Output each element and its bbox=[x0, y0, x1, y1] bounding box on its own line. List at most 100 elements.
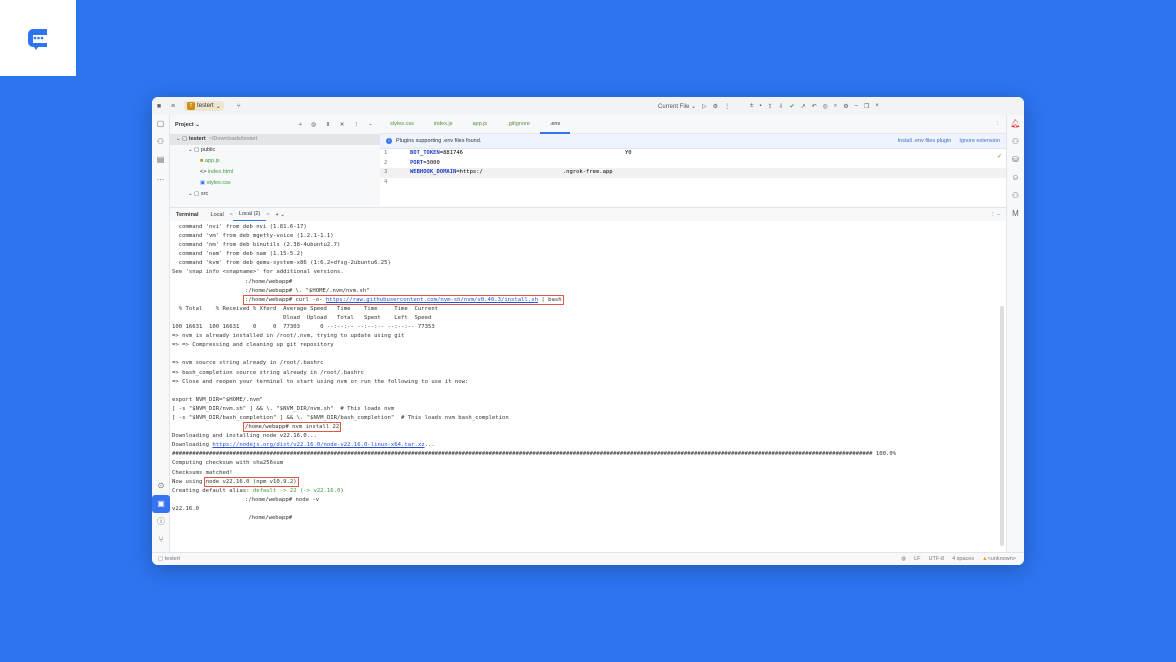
tree-item[interactable]: ⌄ ▢ testert ~/Downloads/testert bbox=[170, 134, 380, 145]
database-tool-icon[interactable]: ⛁ bbox=[1007, 151, 1024, 169]
ai-icon[interactable]: ◎ bbox=[823, 103, 828, 110]
plugins-icon[interactable]: ⚇ bbox=[152, 133, 169, 151]
terminal-link[interactable]: https://nodejs.org/dist/v22.16.0/node-v2… bbox=[212, 442, 424, 448]
terminal-line: Computing checksum with sha256sum bbox=[172, 459, 1006, 468]
problems-icon[interactable]: ⓘ bbox=[152, 513, 170, 531]
database-icon[interactable]: ▪ bbox=[759, 103, 761, 109]
main-menu-icon[interactable]: ≡ bbox=[166, 103, 180, 110]
terminal-text: => bash_completion source string already… bbox=[172, 369, 364, 376]
terminal-tab[interactable]: Local bbox=[205, 212, 230, 218]
terminal-line: command 'vm' from deb mgetty-voice (1.2.… bbox=[172, 232, 1006, 241]
settings-icon[interactable]: ⚙ bbox=[843, 103, 848, 110]
editor-tab[interactable]: styles.css bbox=[380, 115, 424, 134]
editor-tabs: styles.css index.js app.js .gitignore .env ⋮ bbox=[380, 115, 1006, 134]
tree-item[interactable]: <> index.html bbox=[170, 167, 380, 178]
terminal-line: [ -s "$NVM_DIR/nvm.sh" ] && \. "$NVM_DIR… bbox=[172, 405, 1006, 414]
restore-button[interactable]: ❐ bbox=[864, 103, 869, 110]
info-icon: i bbox=[386, 138, 392, 144]
project-name: testert bbox=[197, 103, 214, 109]
terminal-text: => nvm is already installed in /root/.nv… bbox=[172, 333, 405, 340]
plugins-tool-icon[interactable]: ⚇ bbox=[1007, 187, 1024, 205]
project-badge: T bbox=[187, 102, 195, 110]
download-icon[interactable]: ⇩ bbox=[779, 103, 784, 110]
structure-icon[interactable]: ▤ bbox=[152, 151, 169, 169]
project-switcher[interactable]: Ttestert ⌄ bbox=[184, 101, 224, 111]
tree-item[interactable]: ▣ styles.css bbox=[170, 178, 380, 189]
terminal-text: node v22.16.0 (npm v10.9.2) bbox=[205, 478, 297, 485]
encoding[interactable]: UTF-8 bbox=[928, 556, 944, 562]
terminal-line: [ -s "$NVM_DIR/bash_completion" ] && \. … bbox=[172, 414, 1006, 423]
code-area[interactable]: 1 BOT_TOKEN =881746 Y0 2 PORT =3000 3 WEBHOOK_DO… bbox=[380, 149, 1006, 187]
ignore-extension-link[interactable]: Ignore extension bbox=[959, 138, 1000, 144]
indent-setting[interactable]: 4 spaces bbox=[952, 556, 974, 562]
interpreter-status[interactable]: ▲<unknown> bbox=[982, 556, 1016, 562]
line-separator[interactable]: LF bbox=[914, 556, 920, 562]
status-lock-icon[interactable]: ◍ bbox=[901, 556, 906, 562]
editor-tab[interactable]: .gitignore bbox=[497, 115, 540, 134]
terminal-text: /home/webapp# nvm install 22 bbox=[245, 424, 340, 431]
terminal-link[interactable]: https://raw.githubusercontent.com/nvm-sh… bbox=[326, 297, 538, 303]
terminal-options-icon[interactable]: ⋮ – bbox=[984, 212, 1006, 218]
terminal-line: Creating default alias: default -> 22 (-… bbox=[172, 487, 1006, 496]
project-panel-title[interactable]: Project bbox=[175, 122, 194, 128]
search-icon[interactable]: ⌕ bbox=[834, 103, 837, 110]
project-panel-actions[interactable]: + ◎ ⇕ ✕ ⋮ – bbox=[299, 122, 380, 128]
debug-icon[interactable]: ⚙ bbox=[713, 103, 718, 110]
editor-tab[interactable]: app.js bbox=[463, 115, 498, 134]
more-icon[interactable]: ⋮ bbox=[724, 103, 730, 110]
terminal-text: [ -s "$NVM_DIR/bash_completion" ] && \. … bbox=[172, 414, 509, 421]
env-value: =3000 bbox=[423, 159, 440, 166]
copilot-icon[interactable]: ☺ bbox=[1007, 169, 1024, 187]
undo-icon[interactable]: ↶ bbox=[812, 103, 817, 110]
minimize-button[interactable]: – bbox=[855, 103, 858, 109]
terminal-line: % Total % Received % Xferd Average Speed… bbox=[172, 305, 1006, 314]
status-project[interactable]: ▢ testert bbox=[158, 556, 180, 562]
services-icon[interactable]: ⊙ bbox=[152, 477, 170, 495]
inspection-ok-icon: ✓ bbox=[996, 154, 1002, 160]
editor-tab[interactable]: index.js bbox=[424, 115, 463, 134]
close-button[interactable]: × bbox=[875, 103, 879, 109]
terminal-line: Downloading https://nodejs.org/dist/v22.… bbox=[172, 441, 1006, 450]
tree-item-label: app.js bbox=[204, 158, 220, 164]
terminal-text: Downloading bbox=[172, 442, 213, 449]
ai-assistant-icon[interactable]: ⚇ bbox=[1007, 133, 1024, 151]
vcs-branch-icon[interactable]: ⑂ bbox=[232, 103, 246, 110]
editor-more-icon[interactable]: ⋮ bbox=[995, 121, 1007, 127]
title-bar: ■ ≡ Ttestert ⌄ ⑂ Current File ⌄ ▷ ⚙ ⋮ ± ▪ ⇪ ⇩… bbox=[152, 97, 1024, 115]
terminal-line: Now using node v22.16.0 (npm v10.9.2) bbox=[172, 476, 1006, 487]
terminal-text: Checksums matched! bbox=[172, 469, 233, 476]
push-icon[interactable]: ↗ bbox=[801, 103, 806, 110]
ide-window: ■ ≡ Ttestert ⌄ ⑂ Current File ⌄ ▷ ⚙ ⋮ ± ▪ ⇪ ⇩… bbox=[152, 97, 1024, 565]
notifications-icon[interactable]: 🔔︎ bbox=[1007, 115, 1024, 133]
plugin-banner: i Plugins supporting .env files found. In… bbox=[380, 134, 1006, 149]
upload-icon[interactable]: ⇪ bbox=[768, 103, 773, 110]
new-tab-icon[interactable]: + ⌄ bbox=[270, 212, 291, 218]
terminal-line: See 'snap info <snapname>' for additiona… bbox=[172, 268, 1006, 277]
folder-icon: ⌄ ▢ bbox=[188, 147, 201, 153]
tree-item[interactable]: ⌄ ▢ src bbox=[170, 189, 380, 200]
add-icon[interactable]: ± bbox=[750, 103, 753, 109]
terminal-line: /home/webapp# nvm install 22 bbox=[172, 422, 1006, 433]
install-plugin-link[interactable]: Install .env files plugin bbox=[898, 138, 952, 144]
more-tools-icon[interactable]: … bbox=[152, 169, 169, 187]
terminal-tabs: Terminal Local × Local (2) × + ⌄ ⋮ – bbox=[170, 207, 1006, 222]
tree-item-label: public bbox=[200, 147, 216, 153]
terminal-output[interactable]: command 'nvi' from deb nvi (1.81.6-17) c… bbox=[170, 221, 1006, 552]
project-tool-icon[interactable]: ▢ bbox=[152, 115, 169, 133]
terminal-text: /home/webapp# bbox=[245, 515, 293, 521]
terminal-text: export NVM_DIR="$HOME/.nvm" bbox=[172, 396, 263, 403]
terminal-tool-icon[interactable]: ▣ bbox=[152, 495, 170, 513]
run-config-select[interactable]: Current File ⌄ bbox=[658, 103, 696, 110]
editor-tab[interactable]: .env bbox=[539, 115, 571, 134]
markdown-icon[interactable]: M bbox=[1007, 205, 1024, 223]
html-icon: <> bbox=[200, 169, 208, 175]
commit-check-icon[interactable]: ✔ bbox=[790, 103, 795, 110]
terminal-text: default -> 22 (-> v22.16.0 bbox=[252, 487, 341, 494]
tree-item[interactable]: ■ app.js bbox=[170, 156, 380, 167]
run-icon[interactable]: ▷ bbox=[702, 103, 707, 110]
tree-item[interactable]: ⌄ ▢ public bbox=[170, 145, 380, 156]
terminal-line: => Close and reopen your terminal to sta… bbox=[172, 378, 1006, 387]
git-icon[interactable]: ⑂ bbox=[152, 531, 170, 549]
terminal-line: => nvm is already installed in /root/.nv… bbox=[172, 332, 1006, 341]
terminal-tab[interactable]: Local (2) bbox=[232, 208, 267, 222]
